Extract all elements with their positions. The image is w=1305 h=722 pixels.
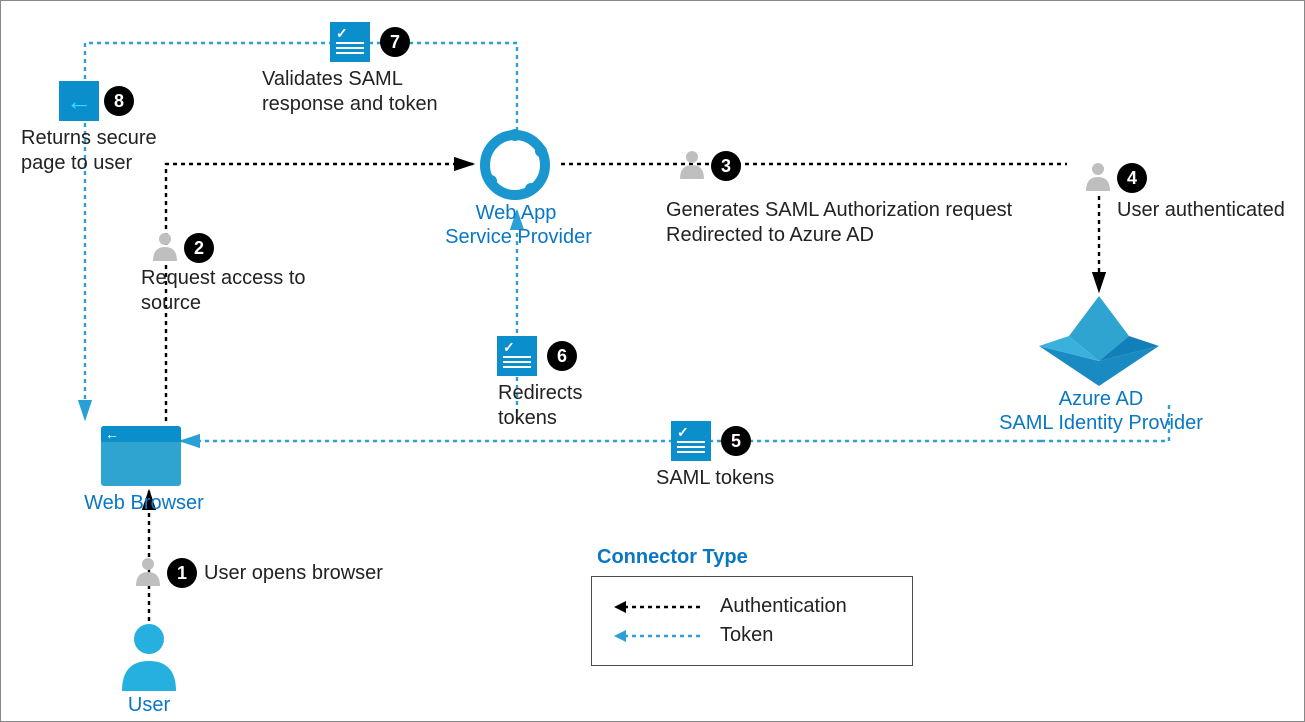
step-3-text-1: Generates SAML Authorization request xyxy=(666,198,1012,223)
webapp-label-2: Service Provider xyxy=(436,225,601,249)
legend-box: Authentication Token xyxy=(591,576,913,666)
idp-label-1: Azure AD xyxy=(1011,387,1191,411)
step-2-text-1: Request access to xyxy=(141,266,306,291)
document-icon xyxy=(497,336,537,376)
saml-flow-diagram: User ← Web Browser Web App Service Provi… xyxy=(0,0,1305,722)
step-7-text-1: Validates SAML xyxy=(262,67,403,92)
step-3-text-2: Redirected to Azure AD xyxy=(666,223,874,248)
step-6-badge: 6 xyxy=(547,341,577,371)
document-icon xyxy=(671,421,711,461)
legend-auth-label: Authentication xyxy=(720,595,847,618)
webapp-icon xyxy=(479,129,551,201)
idp-icon xyxy=(1039,296,1159,386)
person-icon xyxy=(150,231,180,261)
step-6-text-2: tokens xyxy=(498,406,557,431)
document-icon xyxy=(330,22,370,62)
legend-title: Connector Type xyxy=(597,546,748,569)
step-7-badge: 7 xyxy=(380,27,410,57)
step-3-badge: 3 xyxy=(711,151,741,181)
person-icon xyxy=(677,149,707,179)
legend-token-label: Token xyxy=(720,624,773,647)
step-1-text: User opens browser xyxy=(204,561,383,586)
legend-token-arrow-icon xyxy=(612,626,702,646)
idp-label-2: SAML Identity Provider xyxy=(986,411,1216,435)
step-8-text-1: Returns secure xyxy=(21,126,157,151)
return-arrow-icon: ← xyxy=(59,81,99,121)
person-icon xyxy=(133,556,163,586)
user-label: User xyxy=(114,693,184,717)
step-2-text-2: source xyxy=(141,291,201,316)
legend-auth-arrow-icon xyxy=(612,597,702,617)
step-1-badge: 1 xyxy=(167,558,197,588)
step-5-text: SAML tokens xyxy=(656,466,774,491)
step-4-text: User authenticated xyxy=(1117,198,1285,223)
step-8-text-2: page to user xyxy=(21,151,132,176)
step-4-badge: 4 xyxy=(1117,163,1147,193)
browser-icon: ← xyxy=(101,426,181,486)
webapp-label-1: Web App xyxy=(441,201,591,225)
browser-label: Web Browser xyxy=(79,491,209,515)
step-7-text-2: response and token xyxy=(262,92,438,117)
user-icon xyxy=(117,621,181,691)
step-6-text-1: Redirects xyxy=(498,381,582,406)
step-8-badge: 8 xyxy=(104,86,134,116)
person-icon xyxy=(1083,161,1113,191)
step-2-badge: 2 xyxy=(184,233,214,263)
step-5-badge: 5 xyxy=(721,426,751,456)
